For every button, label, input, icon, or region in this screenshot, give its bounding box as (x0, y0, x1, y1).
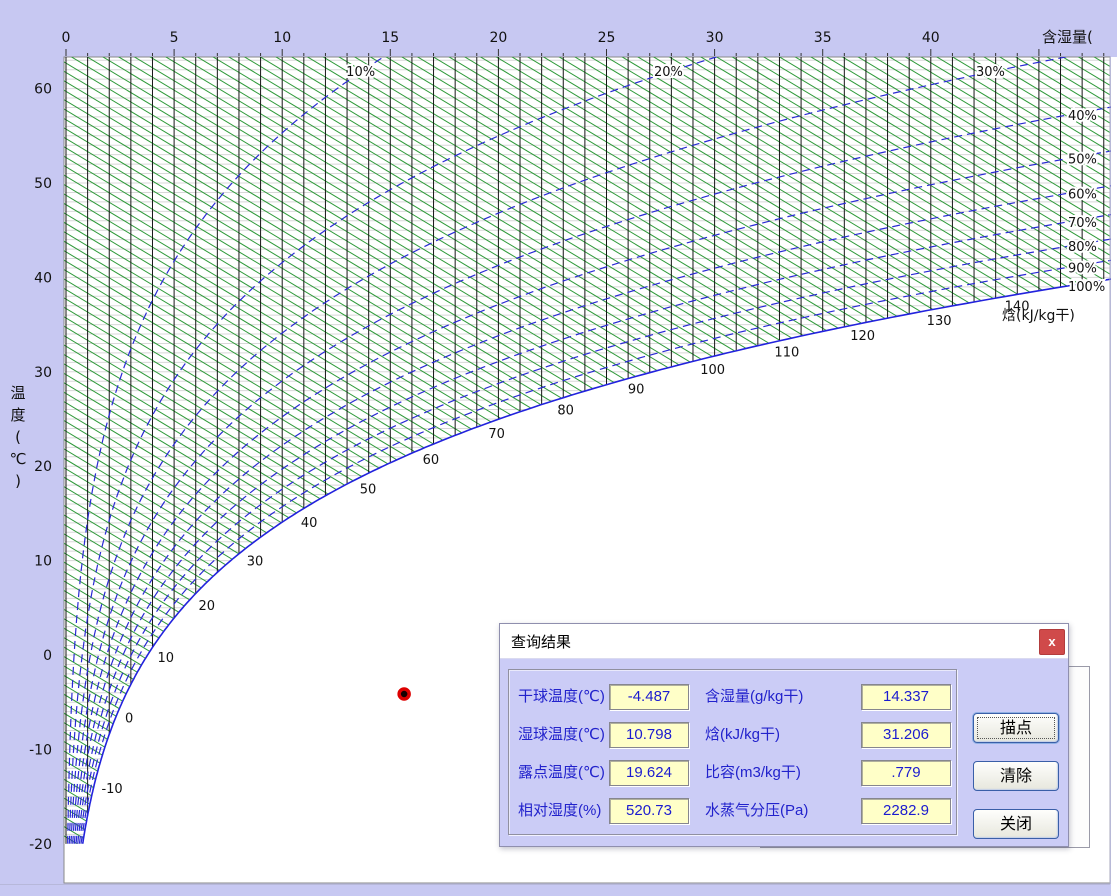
rh-label-60: 60% (1068, 187, 1097, 202)
dew-point-value[interactable]: 19.624 (609, 760, 689, 786)
y-tick-10: 10 (34, 554, 52, 570)
dialog-body: 干球温度(℃) -4.487 含湿量(g/kg干) 14.337 湿球温度(℃)… (500, 659, 1068, 846)
enthalpy-label-110: 110 (774, 345, 799, 360)
dry-bulb-value[interactable]: -4.487 (609, 684, 689, 710)
relative-humidity-label: 相对湿度(%) (518, 798, 601, 824)
x-tick-10: 10 (273, 30, 291, 46)
y-tick-30: 30 (34, 365, 52, 381)
enthalpy-value[interactable]: 31.206 (861, 722, 951, 748)
result-groupbox: 干球温度(℃) -4.487 含湿量(g/kg干) 14.337 湿球温度(℃)… (508, 669, 957, 835)
svg-text:): ) (15, 472, 21, 490)
y-tick-50: 50 (34, 176, 52, 192)
plot-point-button[interactable]: 描点 (973, 713, 1059, 743)
rh-label-30: 30% (976, 65, 1005, 80)
humidity-ratio-value[interactable]: 14.337 (861, 684, 951, 710)
y-tick-0: 0 (43, 648, 52, 664)
enthalpy-label-60: 60 (423, 453, 440, 468)
y-tick--10: -10 (29, 742, 52, 758)
enthalpy-label-40: 40 (301, 516, 318, 531)
enthalpy-label-80: 80 (557, 403, 574, 418)
x-axis-title: 含湿量( (1042, 28, 1093, 46)
x-tick-20: 20 (489, 30, 507, 46)
svg-text:℃: ℃ (10, 450, 27, 468)
enthalpy-label-100: 100 (700, 363, 725, 378)
x-tick-35: 35 (814, 30, 832, 46)
rh-label-80: 80% (1068, 240, 1097, 255)
svg-text:温: 温 (10, 384, 25, 402)
enthalpy-label-50: 50 (360, 483, 377, 498)
query-result-dialog: 查询结果 x 干球温度(℃) -4.487 含湿量(g/kg干) 14.337 … (499, 623, 1069, 847)
rh-label-40: 40% (1068, 109, 1097, 124)
rh-label-50: 50% (1068, 152, 1097, 167)
x-tick-30: 30 (706, 30, 724, 46)
y-tick-40: 40 (34, 270, 52, 286)
x-tick-0: 0 (62, 30, 71, 46)
close-icon[interactable]: x (1039, 629, 1065, 655)
enthalpy-label-0: 0 (125, 712, 133, 727)
y-tick-20: 20 (34, 459, 52, 475)
enthalpy-label-10: 10 (157, 651, 174, 666)
enthalpy-label-120: 120 (850, 329, 875, 344)
enthalpy-label-90: 90 (628, 382, 645, 397)
specific-volume-value[interactable]: .779 (861, 760, 951, 786)
wet-bulb-value[interactable]: 10.798 (609, 722, 689, 748)
enthalpy-label-20: 20 (199, 599, 216, 614)
enthalpy-label-130: 130 (927, 314, 952, 329)
rh-label-70: 70% (1068, 216, 1097, 231)
enthalpy-label: 焓(kJ/kg干) (705, 722, 780, 748)
x-tick-40: 40 (922, 30, 940, 46)
specific-volume-label: 比容(m3/kg干) (705, 760, 801, 786)
rh-label-10: 10% (346, 65, 375, 80)
clear-button[interactable]: 清除 (973, 761, 1059, 791)
vapor-pressure-label: 水蒸气分压(Pa) (705, 798, 808, 824)
enthalpy-axis-title: 焓(kJ/kg干) (1002, 308, 1075, 324)
dialog-title: 查询结果 (511, 631, 571, 652)
close-button[interactable]: 关闭 (973, 809, 1059, 839)
dialog-titlebar[interactable]: 查询结果 x (500, 624, 1068, 659)
vapor-pressure-value[interactable]: 2282.9 (861, 798, 951, 824)
x-tick-25: 25 (598, 30, 616, 46)
dry-bulb-label: 干球温度(℃) (518, 684, 605, 710)
x-tick-15: 15 (381, 30, 399, 46)
rh-label-20: 20% (654, 65, 683, 80)
enthalpy-label--10: -10 (101, 782, 122, 797)
plotted-point-marker[interactable] (399, 689, 409, 699)
svg-text:(: ( (15, 428, 21, 446)
y-tick-60: 60 (34, 82, 52, 98)
enthalpy-label-70: 70 (488, 427, 505, 442)
humidity-ratio-label: 含湿量(g/kg干) (705, 684, 803, 710)
x-tick-5: 5 (170, 30, 179, 46)
rh-label-100: 100% (1068, 280, 1105, 295)
psychrometric-app-window: { "window": { "bg_color": "#c7c8f2", "pl… (0, 0, 1117, 896)
wet-bulb-label: 湿球温度(℃) (518, 722, 605, 748)
rh-label-90: 90% (1068, 261, 1097, 276)
y-tick--20: -20 (29, 837, 52, 853)
enthalpy-label-30: 30 (247, 554, 264, 569)
dew-point-label: 露点温度(℃) (518, 760, 605, 786)
relative-humidity-value[interactable]: 520.73 (609, 798, 689, 824)
svg-text:度: 度 (10, 406, 25, 424)
